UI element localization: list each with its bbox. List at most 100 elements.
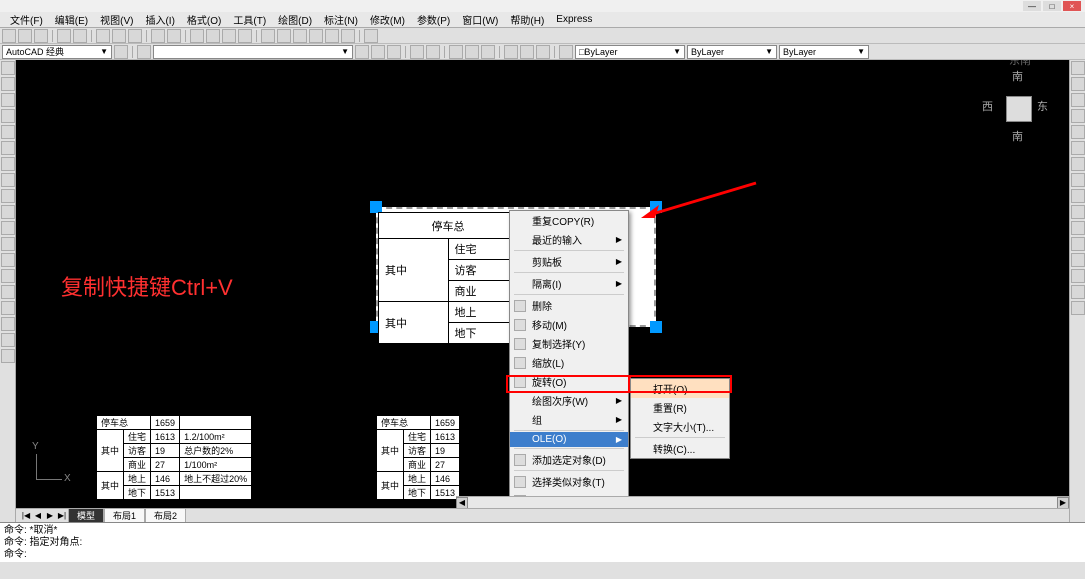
region-icon[interactable] [1,221,15,235]
undo-icon[interactable] [151,29,165,43]
ctx-delete[interactable]: 删除 [510,296,628,315]
rect-icon[interactable] [1,125,15,139]
sub-reset[interactable]: 重置(R) [631,398,729,417]
ws-gear-icon[interactable] [114,45,128,59]
table-icon[interactable] [1,237,15,251]
ctx-group[interactable]: 组▶ [510,410,628,429]
ctx-scale[interactable]: 缩放(L) [510,353,628,372]
style3-icon[interactable] [536,45,550,59]
fillet-icon[interactable] [1071,285,1085,299]
ctx-isolate[interactable]: 隔离(I)▶ [510,274,628,293]
ray-icon[interactable] [1,317,15,331]
ctx-selsim[interactable]: 选择类似对象(T) [510,472,628,491]
xline-icon[interactable] [1,301,15,315]
color-combo[interactable]: □ByLayer ▼ [575,45,685,59]
menu-文件f[interactable]: 文件(F) [4,12,49,27]
copy-icon[interactable] [112,29,126,43]
line-icon[interactable] [1,61,15,75]
preview-icon[interactable] [73,29,87,43]
copy2-icon[interactable] [1071,77,1085,91]
layer-off-icon[interactable] [387,45,401,59]
layer-states-icon[interactable] [355,45,369,59]
sub-open[interactable]: 打开(O) [631,379,729,398]
polyline-icon[interactable] [1,77,15,91]
viewcube[interactable]: 东南 南 西 东 南 [979,60,1059,160]
menu-编辑e[interactable]: 编辑(E) [49,12,94,27]
style2-icon[interactable] [520,45,534,59]
grip-br[interactable] [650,321,662,333]
horizontal-scrollbar[interactable]: ◀ ▶ [456,496,1069,508]
open-icon[interactable] [18,29,32,43]
zoom-icon[interactable] [206,29,220,43]
command-line[interactable]: 命令: *取消* 命令: 指定对角点: 命令: [0,522,1085,562]
close-button[interactable]: × [1063,1,1081,11]
arc-icon[interactable] [1,109,15,123]
array-icon[interactable] [1071,125,1085,139]
hatch-icon[interactable] [1,157,15,171]
tab-first-icon[interactable]: |◀ [20,511,32,520]
zoom-prev-icon[interactable] [238,29,252,43]
tab-prev-icon[interactable]: ◀ [32,511,44,520]
sheet-icon[interactable] [309,29,323,43]
move2-icon[interactable] [1071,141,1085,155]
dim2-icon[interactable] [465,45,479,59]
minimize-button[interactable]: — [1023,1,1041,11]
props-icon[interactable] [261,29,275,43]
insert-icon[interactable] [426,45,440,59]
circle-icon[interactable] [1,93,15,107]
mtext-icon[interactable] [1,189,15,203]
color-icon[interactable] [559,45,573,59]
explode-icon[interactable] [1071,301,1085,315]
save-icon[interactable] [34,29,48,43]
dim-icon[interactable] [449,45,463,59]
ctx-recent[interactable]: 最近的输入▶ [510,230,628,249]
block-icon[interactable] [410,45,424,59]
stretch-icon[interactable] [1071,189,1085,203]
wipeout-icon[interactable] [1,269,15,283]
menu-格式o[interactable]: 格式(O) [181,12,227,27]
ctx-copysel[interactable]: 复制选择(Y) [510,334,628,353]
revcloud-icon[interactable] [1,253,15,267]
menu-参数p[interactable]: 参数(P) [411,12,456,27]
calc-icon[interactable] [341,29,355,43]
cut-icon[interactable] [96,29,110,43]
trim-icon[interactable] [1071,205,1085,219]
menu-窗口w[interactable]: 窗口(W) [456,12,504,27]
menu-工具t[interactable]: 工具(T) [227,12,272,27]
extend-icon[interactable] [1071,221,1085,235]
layer-mgr-icon[interactable] [137,45,151,59]
measure-icon[interactable] [1,349,15,363]
ctx-rotate[interactable]: 旋转(O) [510,372,628,391]
mirror-icon[interactable] [1071,93,1085,107]
maximize-button[interactable]: □ [1043,1,1061,11]
lineweight-combo[interactable]: ByLayer ▼ [779,45,869,59]
ctx-ole[interactable]: OLE(O)▶ [510,432,628,447]
tab-last-icon[interactable]: ▶| [56,511,68,520]
point-icon[interactable] [1,205,15,219]
ctx-repeat[interactable]: 重复COPY(R) [510,211,628,230]
ctx-clipboard[interactable]: 剪贴板▶ [510,252,628,271]
menu-标注n[interactable]: 标注(N) [318,12,364,27]
menu-帮助h[interactable]: 帮助(H) [504,12,550,27]
tool-pal-icon[interactable] [293,29,307,43]
menu-express[interactable]: Express [550,14,598,25]
menu-视图v[interactable]: 视图(V) [94,12,139,27]
style1-icon[interactable] [504,45,518,59]
markup-icon[interactable] [325,29,339,43]
tab-layout2[interactable]: 布局2 [145,508,186,522]
dc-icon[interactable] [277,29,291,43]
scale2-icon[interactable] [1071,173,1085,187]
divide-icon[interactable] [1,333,15,347]
ctx-addsel[interactable]: 添加选定对象(D) [510,450,628,469]
ellipse-icon[interactable] [1,141,15,155]
plot-icon[interactable] [57,29,71,43]
chamfer-icon[interactable] [1071,269,1085,283]
drawing-canvas[interactable]: 复制快捷键Ctrl+V 停车总 其中住宅 访客 商业 其中地上 地下 停车总16… [16,60,1069,522]
tab-model[interactable]: 模型 [68,508,104,522]
dim3-icon[interactable] [481,45,495,59]
new-icon[interactable] [2,29,16,43]
layer-iso-icon[interactable] [371,45,385,59]
erase-icon[interactable] [1071,61,1085,75]
menu-绘图d[interactable]: 绘图(D) [272,12,318,27]
menu-插入i[interactable]: 插入(I) [139,12,180,27]
